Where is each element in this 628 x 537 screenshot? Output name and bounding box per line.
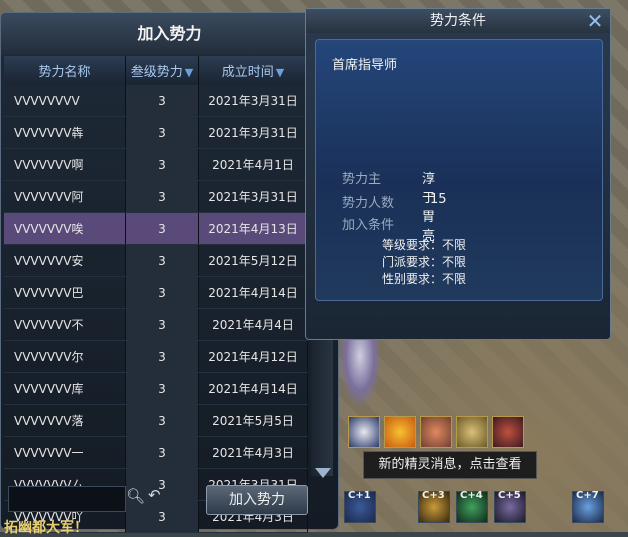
column-header-level[interactable]: 叁级势力 ▼ (125, 56, 199, 85)
faction-name-cell: ᐯᐯᐯᐯᐯᐯᐯ尔 (4, 340, 126, 373)
faction-date-cell: 2021年3月31日 (198, 180, 308, 213)
faction-date-cell: 2021年5月12日 (198, 244, 308, 277)
hotkey-label: C+3 (422, 490, 445, 501)
faction-level-cell: 3 (125, 436, 199, 469)
faction-name-cell: ᐯᐯᐯᐯᐯᐯᐯ库 (4, 372, 126, 405)
faction-name-cell: ᐯᐯᐯᐯᐯᐯᐯ啊 (4, 148, 126, 181)
faction-level-cell: 3 (125, 340, 199, 373)
faction-name-cell: ᐯᐯᐯᐯᐯᐯᐯᐯ (4, 85, 126, 117)
column-header-date[interactable]: 成立时间 ▼ (198, 56, 308, 85)
smiley-spirit-icon[interactable] (384, 416, 416, 448)
hotkey-label: C+5 (498, 490, 521, 501)
join-condition-label: 加入条件 (342, 218, 395, 233)
level-requirement: 等级要求：不限 (382, 238, 467, 252)
faction-row[interactable]: ᐯᐯᐯᐯᐯᐯᐯᐯ 3 2021年3月31日 (4, 85, 308, 117)
members-value: 15 (430, 192, 447, 207)
leader-row: 势力主 淳于胃亮 (342, 168, 435, 244)
faction-level-cell: 3 (125, 244, 199, 277)
faction-name-cell: ᐯᐯᐯᐯᐯᐯᐯ阿 (4, 180, 126, 213)
scroll-down-arrow-icon[interactable] (315, 468, 331, 478)
faction-level-cell: 3 (125, 148, 199, 181)
join-condition-row: 加入条件 (342, 214, 394, 233)
faction-row[interactable]: ᐯᐯᐯᐯᐯᐯᐯ唉 3 2021年4月13日 (4, 212, 308, 245)
search-input[interactable] (8, 486, 126, 512)
faction-level-cell: 3 (125, 276, 199, 309)
faction-level-cell: 3 (125, 500, 199, 533)
faction-date-cell: 2021年4月4日 (198, 308, 308, 341)
faction-level-cell: 3 (125, 85, 199, 117)
faction-date-cell: 2021年4月1日 (198, 148, 308, 181)
faction-name-cell: ᐯᐯᐯᐯᐯᐯᐯ一 (4, 436, 126, 469)
faction-level-cell: 3 (125, 116, 199, 149)
faction-row[interactable]: ᐯᐯᐯᐯᐯᐯᐯ安 3 2021年5月12日 (4, 244, 308, 277)
column-header-name[interactable]: 势力名称 (4, 56, 126, 85)
faction-name-cell: ᐯᐯᐯᐯᐯᐯᐯ犇 (4, 116, 126, 149)
faction-date-cell: 2021年3月31日 (198, 85, 308, 117)
faction-date-cell: 2021年4月14日 (198, 276, 308, 309)
faction-level-cell: 3 (125, 212, 199, 245)
close-icon[interactable]: ✕ (584, 10, 606, 32)
panda-spirit-icon[interactable] (348, 416, 380, 448)
new-spirit-message-tooltip[interactable]: 新的精灵消息，点击查看 (363, 451, 537, 479)
sort-arrow-icon[interactable]: ▼ (185, 66, 193, 79)
faction-date-cell: 2021年4月14日 (198, 372, 308, 405)
conditions-title: 势力条件 (306, 9, 610, 33)
join-faction-button[interactable]: 加入势力 (206, 485, 308, 515)
faction-name-cell: ᐯᐯᐯᐯᐯᐯᐯ安 (4, 244, 126, 277)
faction-level-cell: 3 (125, 372, 199, 405)
faction-name-cell: ᐯᐯᐯᐯᐯᐯᐯ巴 (4, 276, 126, 309)
player-character[interactable] (340, 335, 380, 405)
sect-requirement: 门派要求：不限 (382, 255, 467, 269)
faction-conditions-panel: 势力条件 ✕ 首席指导师 势力主 淳于胃亮 势力人数 15 加入条件 等级要求：… (305, 8, 611, 340)
faction-name-cell: ᐯᐯᐯᐯᐯᐯᐯ落 (4, 404, 126, 437)
faction-date-cell: 2021年5月5日 (198, 404, 308, 437)
hotkey-label: C+1 (348, 490, 371, 501)
panel-title: 加入势力 (1, 13, 338, 55)
sort-arrow-icon[interactable]: ▼ (276, 66, 284, 79)
gender-requirement: 性别要求：不限 (382, 272, 467, 286)
faction-row[interactable]: ᐯᐯᐯᐯᐯᐯᐯ落 3 2021年5月5日 (4, 404, 308, 437)
cake-spirit-icon[interactable] (420, 416, 452, 448)
faction-date-cell: 2021年3月31日 (198, 116, 308, 149)
warrior-spirit-icon[interactable] (492, 416, 524, 448)
faction-row[interactable]: ᐯᐯᐯᐯᐯᐯᐯ犇 3 2021年3月31日 (4, 116, 308, 149)
faction-row[interactable]: ᐯᐯᐯᐯᐯᐯᐯ巴 3 2021年4月14日 (4, 276, 308, 309)
hotkey-label: C+4 (460, 490, 483, 501)
master-name: 首席指导师 (332, 58, 398, 73)
faction-row[interactable]: ᐯᐯᐯᐯᐯᐯᐯ库 3 2021年4月14日 (4, 372, 308, 405)
faction-list-table: 势力名称 叁级势力 ▼ 成立时间 ▼ ᐯᐯᐯᐯᐯᐯᐯᐯ 3 2021年3月31日 ᐯᐯᐯᐯ… (4, 56, 308, 533)
chat-text: 拓幽都大军！ (4, 520, 88, 536)
hotkey-label: C+7 (576, 490, 599, 501)
faction-level-cell: 3 (125, 180, 199, 213)
faction-name-cell: ᐯᐯᐯᐯᐯᐯᐯ不 (4, 308, 126, 341)
toad-spirit-icon[interactable] (456, 416, 488, 448)
faction-date-cell: 2021年4月13日 (198, 212, 308, 245)
leader-label: 势力主 (342, 172, 382, 187)
faction-row[interactable]: ᐯᐯᐯᐯᐯᐯᐯ尔 3 2021年4月12日 (4, 340, 308, 373)
members-label: 势力人数 (342, 196, 395, 211)
search-icon[interactable]: 🔍︎ (126, 487, 145, 505)
faction-row[interactable]: ᐯᐯᐯᐯᐯᐯᐯ一 3 2021年4月3日 (4, 436, 308, 469)
faction-row[interactable]: ᐯᐯᐯᐯᐯᐯᐯ不 3 2021年4月4日 (4, 308, 308, 341)
faction-row[interactable]: ᐯᐯᐯᐯᐯᐯᐯ阿 3 2021年3月31日 (4, 180, 308, 213)
faction-date-cell: 2021年4月3日 (198, 436, 308, 469)
faction-name-cell: ᐯᐯᐯᐯᐯᐯᐯ唉 (4, 212, 126, 245)
faction-date-cell: 2021年4月12日 (198, 340, 308, 373)
faction-level-cell: 3 (125, 308, 199, 341)
conditions-content: 首席指导师 势力主 淳于胃亮 势力人数 15 加入条件 等级要求：不限 门派要求… (315, 39, 603, 301)
faction-level-cell: 3 (125, 404, 199, 437)
reset-icon[interactable]: ↶ (148, 486, 166, 504)
faction-row[interactable]: ᐯᐯᐯᐯᐯᐯᐯ啊 3 2021年4月1日 (4, 148, 308, 181)
members-row: 势力人数 15 (342, 192, 447, 211)
